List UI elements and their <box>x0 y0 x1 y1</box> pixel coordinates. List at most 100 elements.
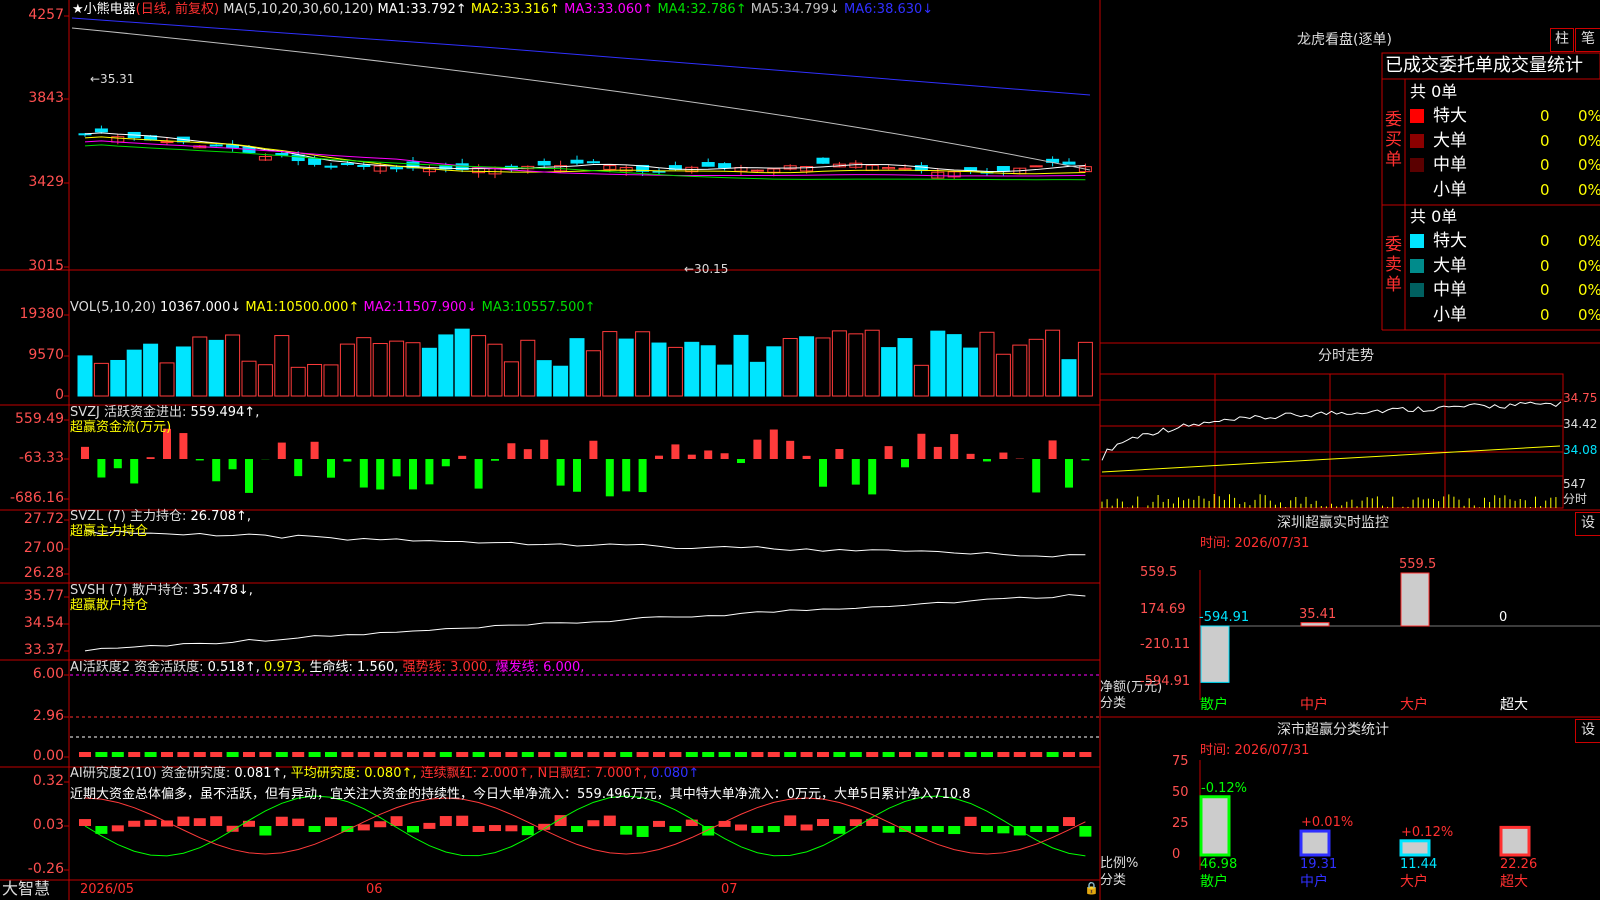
svzj-y-2: -686.16 <box>9 490 64 506</box>
research-bar <box>308 826 321 832</box>
activity-bar <box>308 752 321 757</box>
period-label[interactable]: (日线, 前复权) <box>136 2 219 17</box>
flow-bar <box>966 453 975 459</box>
sell-row-name: 中单 <box>1433 280 1467 300</box>
x-label-may: 2026/05 <box>80 882 135 897</box>
flow-bar <box>573 459 581 492</box>
research-bar <box>1030 826 1043 832</box>
flow-bar <box>458 455 467 459</box>
ma4-name: MA4: <box>657 2 691 17</box>
volume-bar <box>618 338 634 397</box>
flow-bar <box>212 459 221 482</box>
svsh-header: SVSH (7) 散户持仓: 35.478↓, <box>70 583 253 598</box>
flow-bar <box>392 459 401 477</box>
flow-bar <box>589 440 598 459</box>
research-bar <box>833 826 846 834</box>
lock-icon[interactable]: 🔒 <box>1084 881 1099 896</box>
buy-row-percent: 0% <box>1578 180 1600 199</box>
intraday-title: 分时走势 <box>1318 348 1374 364</box>
stats-settings-button[interactable]: 设 <box>1575 719 1600 743</box>
volume-bar <box>913 364 929 397</box>
dragon-header: 已成交委托单成交量统计 <box>1385 55 1583 76</box>
stock-name[interactable]: 小熊电器 <box>84 2 136 17</box>
buy-row-name: 中单 <box>1433 155 1467 175</box>
tick-view-button[interactable]: 笔 <box>1575 28 1600 52</box>
activity-bar <box>1079 752 1092 757</box>
flow-bar <box>884 446 893 459</box>
activity-bar <box>341 752 354 757</box>
activity-bar <box>439 752 452 757</box>
activity-bar <box>472 752 485 757</box>
research-bar <box>669 826 682 832</box>
ai1-y-0: 6.00 <box>32 666 64 682</box>
svzj-sub: 超赢资金流(万元) <box>70 420 172 435</box>
research-bar <box>111 825 124 832</box>
flow-bar <box>556 459 565 486</box>
volume-bar <box>93 362 109 397</box>
volume-bar <box>963 347 979 397</box>
buy-row-name: 特大 <box>1433 106 1467 126</box>
bar-view-button[interactable]: 柱 <box>1550 28 1574 52</box>
flow-bar <box>245 459 253 493</box>
candle-body <box>160 141 174 144</box>
kline-chart[interactable] <box>0 0 1600 900</box>
flow-bar <box>983 459 991 462</box>
activity-bar <box>292 752 305 757</box>
flow-bar <box>1065 459 1073 488</box>
research-bar <box>882 826 895 833</box>
flow-bar <box>523 449 532 459</box>
volume-bar <box>946 334 962 397</box>
activity-bar <box>325 752 337 757</box>
kline-y-0: 4257 <box>28 7 64 23</box>
intraday-y2: 34.42 <box>1563 417 1598 431</box>
sell-row-percent: 0% <box>1578 232 1600 250</box>
activity-bar <box>800 752 813 757</box>
activity-bar <box>128 752 141 757</box>
volume-bar <box>339 343 355 397</box>
stats-y-3: 0 <box>1172 847 1181 862</box>
buy-row-name: 小单 <box>1433 179 1467 200</box>
monitor-cat-3: 超大 <box>1500 697 1528 713</box>
ma1-name: MA1: <box>377 2 411 17</box>
buy-row-percent: 0% <box>1578 107 1600 125</box>
research-bar <box>243 820 255 827</box>
activity-bar <box>1046 752 1059 757</box>
vol-ma1-name: MA1: <box>245 300 279 315</box>
candle-body <box>750 169 764 172</box>
volume-bar <box>356 337 372 397</box>
activity-bar <box>193 752 206 757</box>
buy-row-value: 0 <box>1540 156 1550 174</box>
ai2-comment: 近期大资金总体偏多，虽不活跃，但有异动，宜关注大资金的持续性，今日大单净流入：5… <box>70 787 971 802</box>
ma5-value: 34.799↓ <box>783 2 840 17</box>
research-bar <box>505 825 518 832</box>
buy-side-label: 委买单 <box>1385 110 1402 170</box>
svsh-label: SVSH (7) 散户持仓: <box>70 583 189 598</box>
vol-header: VOL(5,10,20) 10367.000↓ MA1:10500.000↑ M… <box>70 300 596 315</box>
kline-y-1: 3843 <box>28 90 64 106</box>
monitor-settings-button[interactable]: 设 <box>1575 512 1600 536</box>
monitor-cat-2: 大户 <box>1400 697 1428 713</box>
flow-bar <box>868 459 877 495</box>
ma-label: MA(5,10,20,30,60,120) <box>223 2 374 17</box>
flow-bar <box>671 444 680 459</box>
activity-bar <box>243 752 255 757</box>
sell-row-percent: 0% <box>1578 256 1600 275</box>
svzl-value: 26.708↑, <box>190 509 252 524</box>
activity-bar <box>374 752 387 757</box>
activity-bar <box>357 752 370 757</box>
research-bar <box>931 826 944 832</box>
volume-bar <box>831 330 847 397</box>
volume-bar <box>569 338 585 397</box>
research-bar <box>439 816 452 826</box>
flow-bar <box>376 459 385 490</box>
volume-bar <box>274 335 290 397</box>
flow-bar <box>343 459 352 462</box>
volume-bar <box>323 364 339 397</box>
svsh-value: 35.478↓, <box>192 583 253 598</box>
research-bar <box>521 826 534 836</box>
ai2-v1: 0.081↑, <box>234 766 287 781</box>
ma3-name: MA3: <box>564 2 597 17</box>
flow-bar <box>917 433 926 459</box>
buy-row-value: 0 <box>1540 180 1550 199</box>
monitor-cat-label: 分类 <box>1100 696 1127 711</box>
